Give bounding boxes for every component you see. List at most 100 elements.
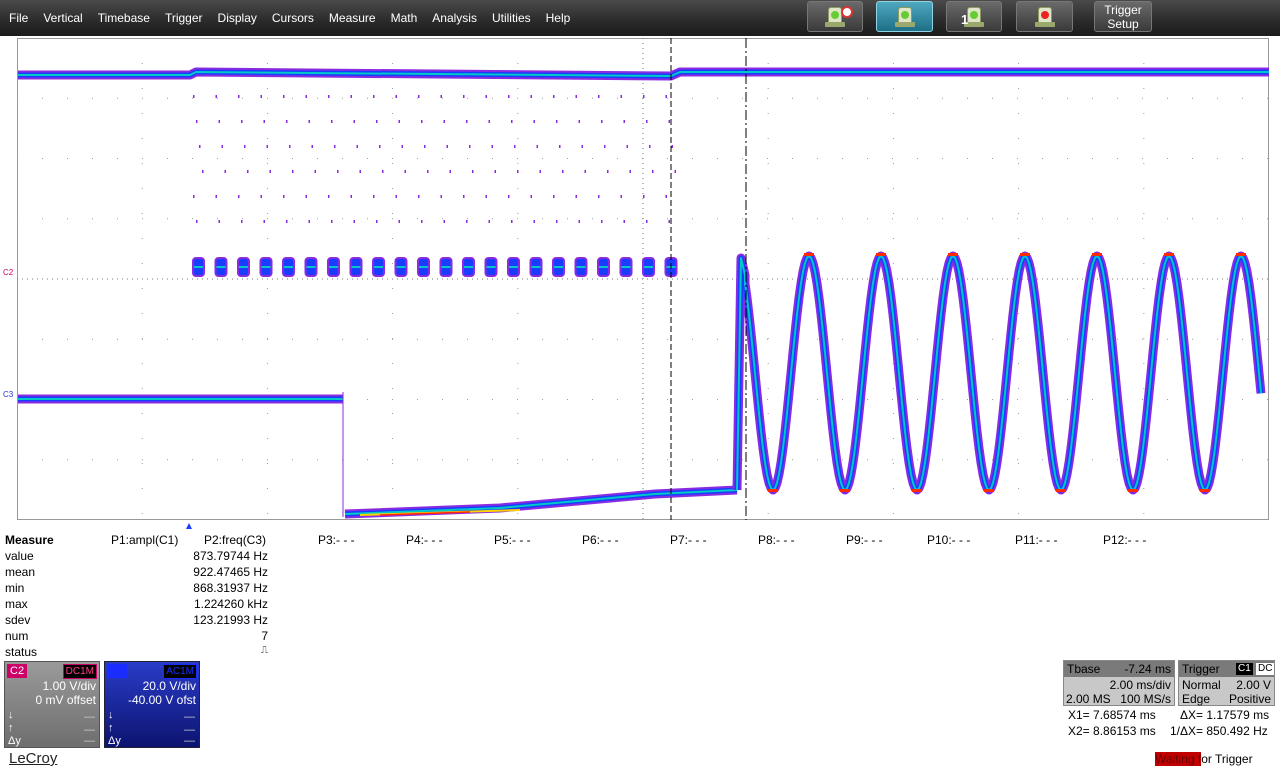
persistence-dot bbox=[376, 120, 378, 123]
row-label-status: status bbox=[5, 645, 38, 659]
cursor-x2-readout: X2= 8.86153 ms bbox=[1068, 724, 1156, 738]
persistence-dot bbox=[215, 95, 217, 98]
persistence-dot bbox=[328, 95, 330, 98]
persistence-dot bbox=[218, 120, 220, 123]
persistence-dot bbox=[398, 120, 400, 123]
c2-ground-marker[interactable]: C2 bbox=[3, 268, 13, 277]
param-p4[interactable]: P4:- - - bbox=[406, 533, 443, 547]
c3-trough-hot bbox=[912, 489, 922, 492]
persistence-dot bbox=[491, 145, 493, 148]
c3-trough-hot bbox=[1128, 489, 1138, 492]
param-p10[interactable]: P10:- - - bbox=[927, 533, 970, 547]
persistence-dot bbox=[241, 120, 243, 123]
persistence-dot bbox=[623, 120, 625, 123]
param-p8[interactable]: P8:- - - bbox=[758, 533, 795, 547]
c2-offset: 0 mV offset bbox=[35, 693, 96, 707]
tbase-samples: 2.00 MS bbox=[1066, 692, 1111, 706]
persistence-dot bbox=[604, 145, 606, 148]
param-p12[interactable]: P12:- - - bbox=[1103, 533, 1146, 547]
tbase-time-per-div: 2.00 ms/div bbox=[1109, 678, 1171, 692]
persistence-dot bbox=[401, 145, 403, 148]
p2-min: 868.31937 Hz bbox=[193, 581, 268, 595]
param-p5[interactable]: P5:- - - bbox=[494, 533, 531, 547]
persistence-dot bbox=[331, 220, 333, 223]
persistence-dot bbox=[395, 95, 397, 98]
persistence-dot bbox=[581, 145, 583, 148]
c3-dash-3: — bbox=[184, 735, 195, 747]
param-p1[interactable]: P1:ampl(C1) bbox=[111, 533, 178, 547]
c2-delta-y: Δy bbox=[8, 735, 21, 747]
row-label-sdev: sdev bbox=[5, 613, 31, 627]
c3-ground-marker[interactable]: C3 bbox=[3, 390, 13, 399]
persistence-dot bbox=[328, 195, 330, 198]
lecroy-logo[interactable]: LeCroy bbox=[9, 750, 57, 767]
c2-dash: — bbox=[84, 711, 95, 723]
param-p2[interactable]: P2:freq(C3) bbox=[204, 533, 266, 547]
persistence-dot bbox=[283, 95, 285, 98]
persistence-dot bbox=[193, 195, 195, 198]
persistence-dot bbox=[674, 170, 676, 173]
persistence-dot bbox=[373, 195, 375, 198]
param-p11[interactable]: P11:- - - bbox=[1015, 533, 1057, 547]
p2-max: 1.224260 kHz bbox=[193, 597, 268, 611]
persistence-dot bbox=[530, 195, 532, 198]
persistence-dot bbox=[286, 120, 288, 123]
persistence-dot bbox=[488, 120, 490, 123]
tbase-label: Tbase bbox=[1067, 662, 1101, 676]
persistence-dot bbox=[353, 220, 355, 223]
persistence-dot bbox=[643, 95, 645, 98]
trigger-descriptor[interactable]: Trigger C1 DC Normal 2.00 V Edge Positiv… bbox=[1178, 660, 1275, 706]
persistence-dot bbox=[584, 170, 586, 173]
persistence-dot bbox=[466, 120, 468, 123]
persistence-dot bbox=[562, 170, 564, 173]
trigger-label: Trigger bbox=[1182, 662, 1220, 676]
persistence-dot bbox=[508, 95, 510, 98]
persistence-dot bbox=[427, 170, 429, 173]
persistence-dot bbox=[668, 220, 670, 223]
row-label-value: value bbox=[5, 549, 34, 563]
trigger-source: C1 bbox=[1236, 663, 1253, 675]
persistence-dot bbox=[626, 145, 628, 148]
persistence-dot bbox=[260, 95, 262, 98]
persistence-dot bbox=[514, 145, 516, 148]
c3-peak-hot bbox=[948, 253, 958, 256]
c3-delta-y: Δy bbox=[108, 735, 121, 747]
persistence-dot bbox=[511, 120, 513, 123]
persistence-dot bbox=[556, 120, 558, 123]
c3-label: C3 bbox=[107, 664, 128, 678]
param-p9[interactable]: P9:- - - bbox=[846, 533, 883, 547]
measure-title: Measure bbox=[5, 533, 54, 547]
c3-peak-hot bbox=[804, 253, 814, 256]
persistence-dot bbox=[224, 170, 226, 173]
persistence-dot bbox=[598, 95, 600, 98]
persistence-dot bbox=[421, 220, 423, 223]
status-highlight: Waiting f bbox=[1155, 752, 1202, 766]
persistence-dot bbox=[469, 145, 471, 148]
channel-c3-descriptor[interactable]: C3 AC1M 20.0 V/div -40.00 V ofst ↓ — ↑ —… bbox=[104, 661, 200, 748]
c3-trough-hot bbox=[1200, 489, 1210, 492]
persistence-dot bbox=[539, 170, 541, 173]
persistence-dot bbox=[443, 220, 445, 223]
persistence-dot bbox=[485, 195, 487, 198]
persistence-dot bbox=[494, 170, 496, 173]
timebase-descriptor[interactable]: Tbase -7.24 ms 2.00 ms/div 2.00 MS 100 M… bbox=[1063, 660, 1175, 706]
persistence-dot bbox=[440, 195, 442, 198]
param-p3[interactable]: P3:- - - bbox=[318, 533, 355, 547]
channel-c2-descriptor[interactable]: C2 DC1M 1.00 V/div 0 mV offset ↓ — ↑ — Δ… bbox=[4, 661, 100, 748]
c2-down-arrow-icon: ↓ bbox=[8, 709, 14, 721]
persistence-dot bbox=[244, 145, 246, 148]
graticule bbox=[17, 38, 1269, 520]
param-p7[interactable]: P7:- - - bbox=[670, 533, 707, 547]
persistence-dot bbox=[241, 220, 243, 223]
persistence-dot bbox=[289, 145, 291, 148]
status-rest: or Trigger bbox=[1201, 752, 1253, 766]
cursor-inv-dx-readout: 1/ΔX= 850.492 Hz bbox=[1170, 724, 1268, 738]
param-p6[interactable]: P6:- - - bbox=[582, 533, 619, 547]
persistence-dot bbox=[629, 170, 631, 173]
persistence-dot bbox=[607, 170, 609, 173]
persistence-dot bbox=[314, 170, 316, 173]
c2-dash-3: — bbox=[84, 735, 95, 747]
persistence-dot bbox=[305, 195, 307, 198]
persistence-dot bbox=[353, 120, 355, 123]
c2-up-arrow-icon: ↑ bbox=[8, 722, 14, 734]
